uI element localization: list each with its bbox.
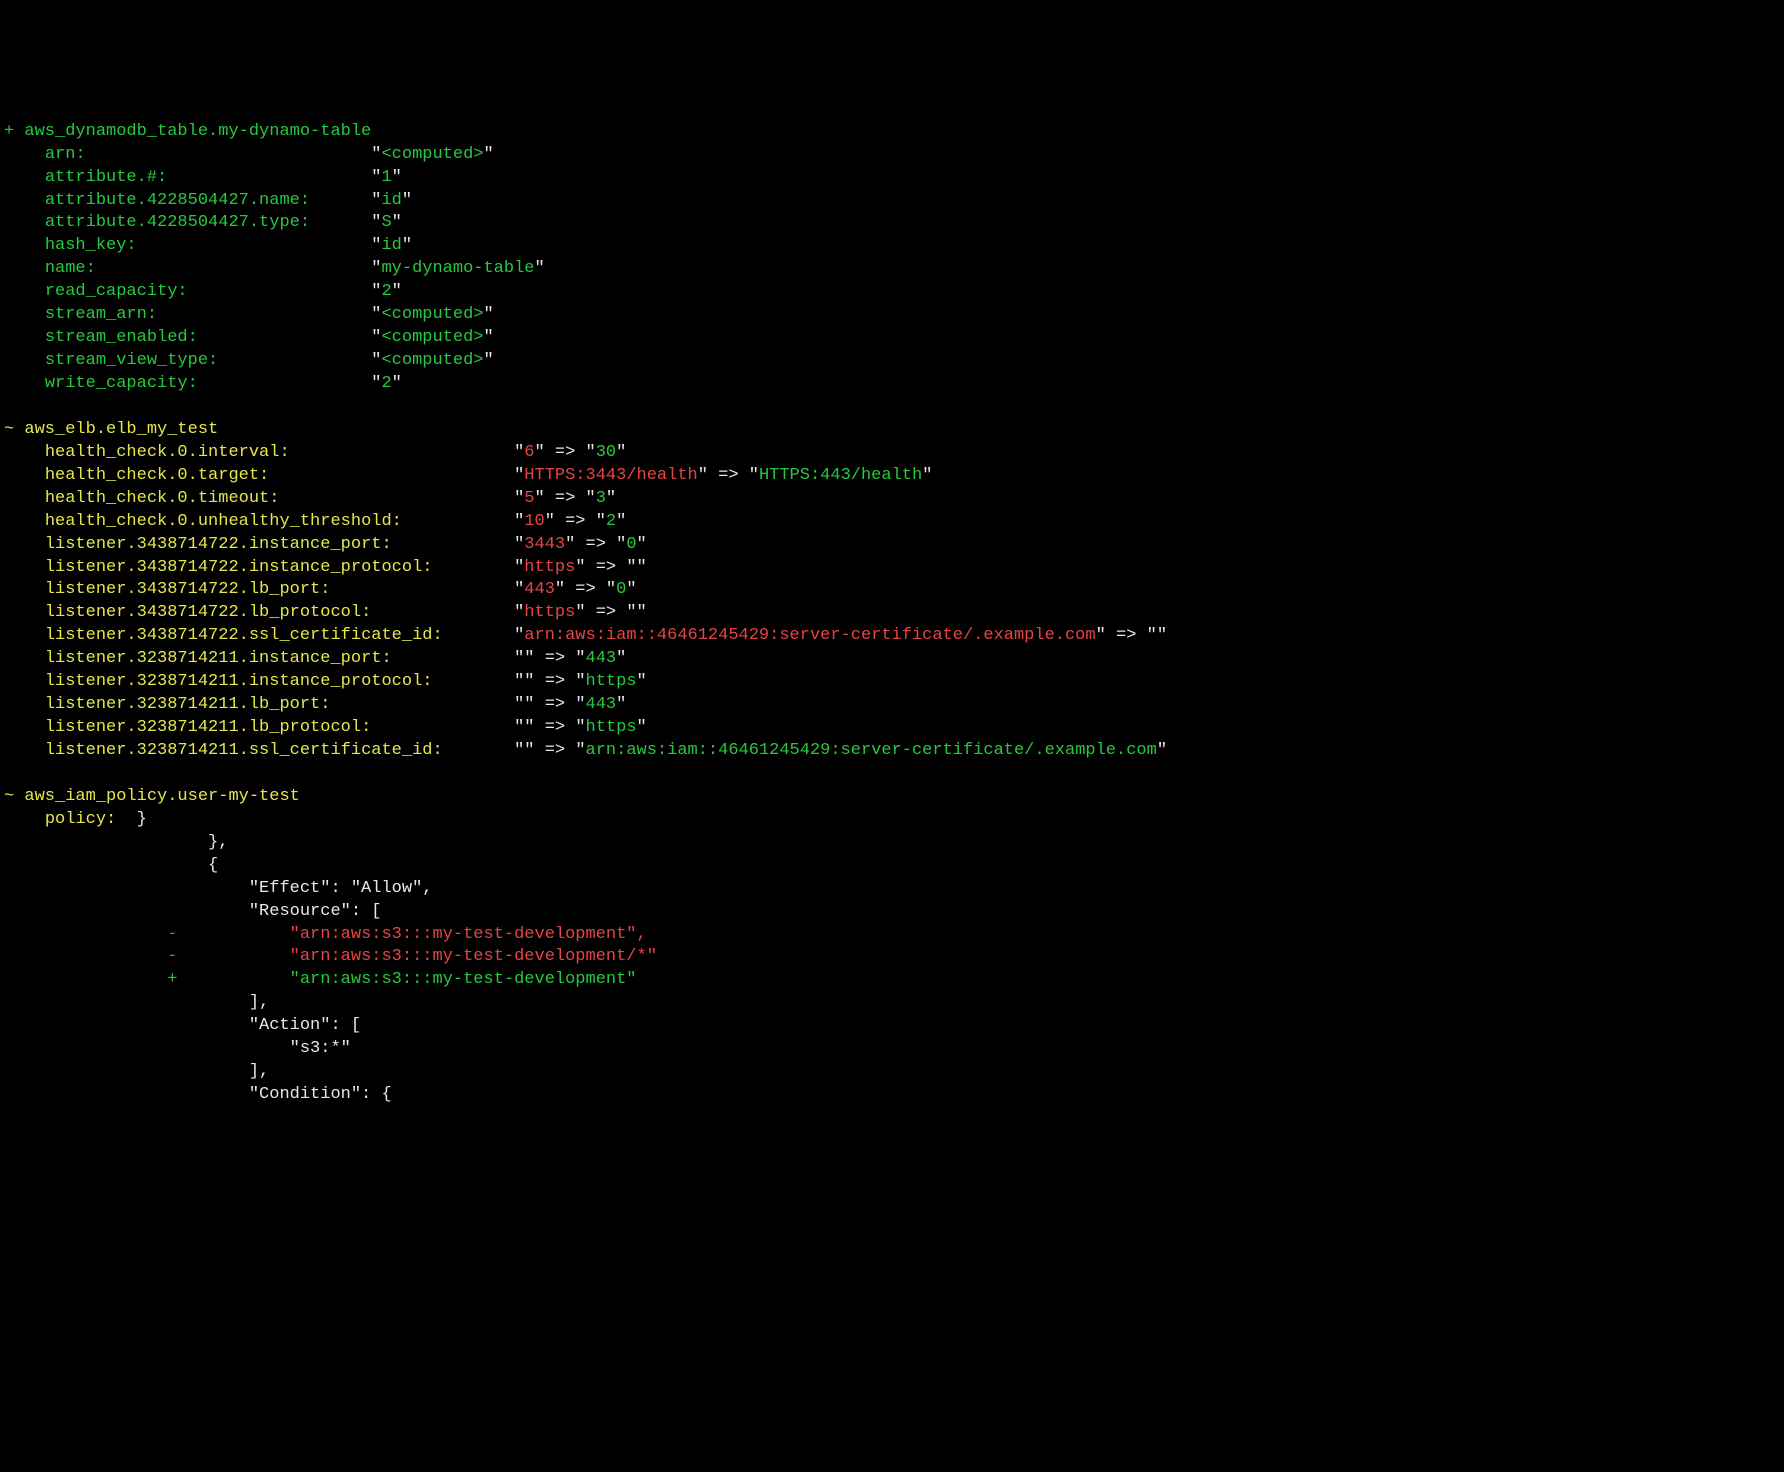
change-row: listener.3238714211.ssl_certificate_id: … — [4, 741, 1167, 760]
attr-row: attribute.4228504427.type: "S" — [4, 213, 402, 232]
policy-row: + "arn:aws:s3:::my-test-development" — [4, 970, 637, 989]
change-row: listener.3438714722.lb_protocol: "https"… — [4, 603, 647, 622]
policy-row: }, — [4, 833, 228, 852]
change-row: health_check.0.interval: "6" => "30" — [4, 443, 626, 462]
policy-row: "Action": [ — [4, 1016, 361, 1035]
change-row: health_check.0.unhealthy_threshold: "10"… — [4, 512, 626, 531]
attr-row: write_capacity: "2" — [4, 374, 402, 393]
policy-row: { — [4, 856, 218, 875]
attr-row: stream_arn: "<computed>" — [4, 305, 494, 324]
change-row: listener.3438714722.lb_port: "443" => "0… — [4, 580, 637, 599]
policy-row: ], — [4, 1062, 269, 1081]
change-row: listener.3438714722.instance_protocol: "… — [4, 558, 647, 577]
attr-row: hash_key: "id" — [4, 236, 412, 255]
change-row: health_check.0.timeout: "5" => "3" — [4, 489, 616, 508]
attr-row: stream_enabled: "<computed>" — [4, 328, 494, 347]
policy-row: ], — [4, 993, 269, 1012]
policy-row: "Condition": { — [4, 1085, 392, 1104]
policy-row: "s3:*" — [4, 1039, 351, 1058]
policy-row: "Effect": "Allow", — [4, 879, 432, 898]
change-row: listener.3238714211.lb_port: "" => "443" — [4, 695, 626, 714]
attr-row: arn: "<computed>" — [4, 145, 494, 164]
change-row: health_check.0.target: "HTTPS:3443/healt… — [4, 466, 932, 485]
policy-row: policy: } — [4, 810, 147, 829]
resource-header: ~ aws_elb.elb_my_test — [4, 420, 218, 439]
change-row: listener.3438714722.instance_port: "3443… — [4, 535, 647, 554]
policy-row: - "arn:aws:s3:::my-test-development", — [4, 925, 647, 944]
change-row: listener.3238714211.instance_port: "" =>… — [4, 649, 626, 668]
attr-row: attribute.4228504427.name: "id" — [4, 191, 412, 210]
resource-header: + aws_dynamodb_table.my-dynamo-table — [4, 122, 371, 141]
attr-row: name: "my-dynamo-table" — [4, 259, 545, 278]
attr-row: stream_view_type: "<computed>" — [4, 351, 494, 370]
attr-row: attribute.#: "1" — [4, 168, 402, 187]
change-row: listener.3238714211.instance_protocol: "… — [4, 672, 647, 691]
terraform-plan-output: + aws_dynamodb_table.my-dynamo-table arn… — [0, 115, 1784, 1113]
policy-row: - "arn:aws:s3:::my-test-development/*" — [4, 947, 657, 966]
resource-header: ~ aws_iam_policy.user-my-test — [4, 787, 300, 806]
change-row: listener.3438714722.ssl_certificate_id: … — [4, 626, 1167, 645]
attr-row: read_capacity: "2" — [4, 282, 402, 301]
policy-row: "Resource": [ — [4, 902, 381, 921]
change-row: listener.3238714211.lb_protocol: "" => "… — [4, 718, 647, 737]
